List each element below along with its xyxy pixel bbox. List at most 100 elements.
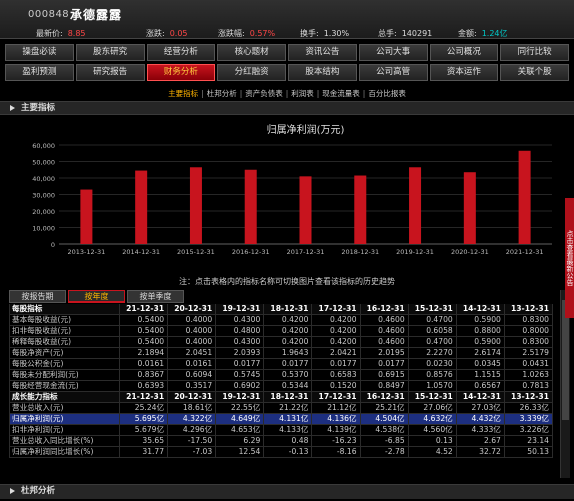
nav-button[interactable]: 关联个股 [500, 64, 569, 81]
table-cell: 0.5344 [263, 380, 313, 393]
table-tab[interactable]: 按报告期 [9, 290, 66, 303]
table-tab[interactable]: 按单季度 [127, 290, 184, 303]
indicator-name[interactable]: 每股未分配利润(元) [9, 369, 120, 382]
date-header: 15-12-31 [407, 304, 457, 316]
nav-button[interactable]: 经营分析 [146, 44, 216, 61]
table-cell: 6.29 [215, 435, 265, 448]
vertical-scrollbar[interactable] [560, 290, 570, 478]
subtab-link[interactable]: 利润表 [291, 89, 314, 98]
total-volume: 总手: 140291 [378, 29, 433, 38]
nav-button[interactable]: 股本结构 [288, 64, 357, 81]
table-row[interactable]: 每股净资产(元) 2.1894 2.0451 2.0393 1.9643 2.0421 2.… [9, 347, 553, 360]
nav-button[interactable]: 核心题材 [217, 44, 286, 61]
nav-button[interactable]: 股东研究 [75, 44, 145, 61]
subtab-link[interactable]: 百分比报表 [368, 89, 406, 98]
table-row[interactable]: 稀释每股收益(元) 0.5400 0.4000 0.4300 0.4200 0.4200 0… [9, 336, 553, 349]
nav-button[interactable]: 公司大事 [358, 44, 428, 61]
table-row[interactable]: 每股未分配利润(元) 0.8367 0.6094 0.5745 0.5370 0.6583… [9, 369, 553, 382]
expand-triangle-icon [10, 487, 15, 494]
nav-button[interactable]: 资本运作 [429, 64, 499, 81]
indicator-name[interactable]: 营业总收入同比增长(%) [9, 435, 120, 448]
net-profit-chart[interactable]: 归属净利润(万元) 0 10,000 20,000 30,000 40,000 50,000… [7, 117, 560, 265]
nav-button[interactable]: 财务分析 [146, 64, 216, 81]
sub-tabs: 主要指标 | 杜邦分析 | 资产负债表 | 利润表 | 现金流量表 | 百分比报表 [0, 84, 574, 100]
date-header: 14-12-31 [455, 391, 505, 404]
table-row[interactable]: 营业总收入(元) 25.24亿 18.61亿 22.55亿 21.22亿 21.12亿 25… [9, 402, 553, 415]
subtab-link[interactable]: 杜邦分析 [207, 89, 237, 98]
table-cell: 26.33亿 [503, 402, 553, 415]
subtab-link[interactable]: 主要指标 [168, 89, 198, 98]
indicator-name[interactable]: 每股经营现金流(元) [9, 380, 120, 393]
nav-button[interactable]: 公司高管 [358, 64, 428, 81]
nav-button[interactable]: 资讯公告 [288, 44, 357, 61]
table-row[interactable]: 归属净利润(元) 5.695亿 4.322亿 4.649亿 4.131亿 4.136亿 4.… [9, 413, 553, 426]
section-header-main[interactable]: 主要指标 [0, 101, 574, 115]
indicator-name[interactable]: 归属净利润(元) [9, 413, 120, 426]
indicator-name[interactable]: 扣非每股收益(元) [9, 325, 120, 338]
table-row[interactable]: 每股经营现金流(元) 0.6393 0.3517 0.6902 0.5344 0.1520… [9, 380, 553, 393]
table-cell: 4.653亿 [215, 424, 265, 437]
bar [409, 167, 422, 244]
table-cell: 2.0195 [359, 347, 409, 360]
scrollbar-thumb[interactable] [562, 300, 569, 420]
date-header: 13-12-31 [503, 304, 553, 316]
x-tick-label: 2013-12-31 [67, 248, 105, 256]
nav-button[interactable]: 公司概况 [429, 44, 499, 61]
indicator-name[interactable]: 归属净利润同比增长(%) [9, 446, 120, 459]
table-cell: 0.5400 [118, 336, 169, 349]
indicator-name[interactable]: 基本每股收益(元) [9, 314, 120, 327]
subtab-link[interactable]: 现金流量表 [322, 89, 360, 98]
nav-button[interactable]: 盈利预测 [5, 64, 74, 81]
nav-button[interactable]: 分红融资 [217, 64, 286, 81]
bar [299, 176, 312, 244]
date-header: 20-12-31 [167, 391, 217, 404]
section-title: 主要指标 [21, 103, 56, 113]
table-cell: 0.6902 [215, 380, 265, 393]
nav-button[interactable]: 操盘必读 [5, 44, 74, 61]
table-row[interactable]: 扣非净利润(元) 5.679亿 4.296亿 4.653亿 4.133亿 4.139亿 4.… [9, 424, 553, 437]
table-cell: 0.4000 [167, 325, 217, 338]
table-cell: 5.695亿 [118, 413, 169, 426]
table-cell: 0.3517 [167, 380, 217, 393]
table-cell: 4.504亿 [359, 413, 409, 426]
date-header: 18-12-31 [263, 391, 313, 404]
table-cell: 0.48 [263, 435, 313, 448]
y-tick-label: 10,000 [32, 225, 55, 233]
table-row[interactable]: 归属净利润同比增长(%) 31.77 -7.03 12.54 -0.13 -8.16 -2.… [9, 446, 553, 459]
table-cell: 4.136亿 [311, 413, 361, 426]
indicator-table: 每股指标 21-12-31 20-12-31 19-12-31 18-12-31 17-1… [9, 304, 553, 474]
table-cell: 1.0570 [407, 380, 457, 393]
tab-separator: | [239, 89, 243, 98]
table-row[interactable]: 基本每股收益(元) 0.5400 0.4000 0.4300 0.4200 0.4200 0… [9, 314, 553, 327]
section-title: 每股指标 [9, 304, 120, 316]
table-cell: 0.6094 [167, 369, 217, 382]
table-cell: 0.1520 [311, 380, 361, 393]
table-cell: 0.4600 [359, 336, 409, 349]
table-tab[interactable]: 按年度 [68, 290, 125, 303]
nav-button[interactable]: 研究报告 [75, 64, 145, 81]
table-cell: 0.4200 [263, 314, 313, 327]
table-cell: 0.4000 [167, 314, 217, 327]
indicator-name[interactable]: 稀释每股收益(元) [9, 336, 120, 349]
nav-button[interactable]: 同行比较 [500, 44, 569, 61]
y-tick-label: 60,000 [32, 142, 55, 150]
table-cell: 2.2270 [407, 347, 457, 360]
table-cell: 2.0421 [311, 347, 361, 360]
y-tick-label: 40,000 [32, 175, 55, 183]
indicator-name[interactable]: 扣非净利润(元) [9, 424, 120, 437]
bar [354, 175, 367, 244]
side-announcement-tab[interactable]: 点击查看最新公告 [565, 198, 574, 318]
table-row[interactable]: 每股公积金(元) 0.0161 0.0161 0.0177 0.0177 0.0177 0.… [9, 358, 553, 371]
indicator-name[interactable]: 每股净资产(元) [9, 347, 120, 360]
date-header: 17-12-31 [311, 304, 361, 316]
indicator-name[interactable]: 营业总收入(元) [9, 402, 120, 415]
subtab-link[interactable]: 资产负债表 [245, 89, 283, 98]
indicator-name[interactable]: 每股公积金(元) [9, 358, 120, 371]
table-cell: 0.6583 [311, 369, 361, 382]
section-header-dupont[interactable]: 杜邦分析 [0, 484, 574, 499]
table-row[interactable]: 营业总收入同比增长(%) 35.65 -17.50 6.29 0.48 -16.23 -6.… [9, 435, 553, 448]
table-row[interactable]: 扣非每股收益(元) 0.5400 0.4000 0.4800 0.4200 0.4200 0… [9, 325, 553, 338]
table-cell: 0.5400 [118, 325, 169, 338]
table-cell: 4.538亿 [359, 424, 409, 437]
table-cell: -17.50 [167, 435, 217, 448]
